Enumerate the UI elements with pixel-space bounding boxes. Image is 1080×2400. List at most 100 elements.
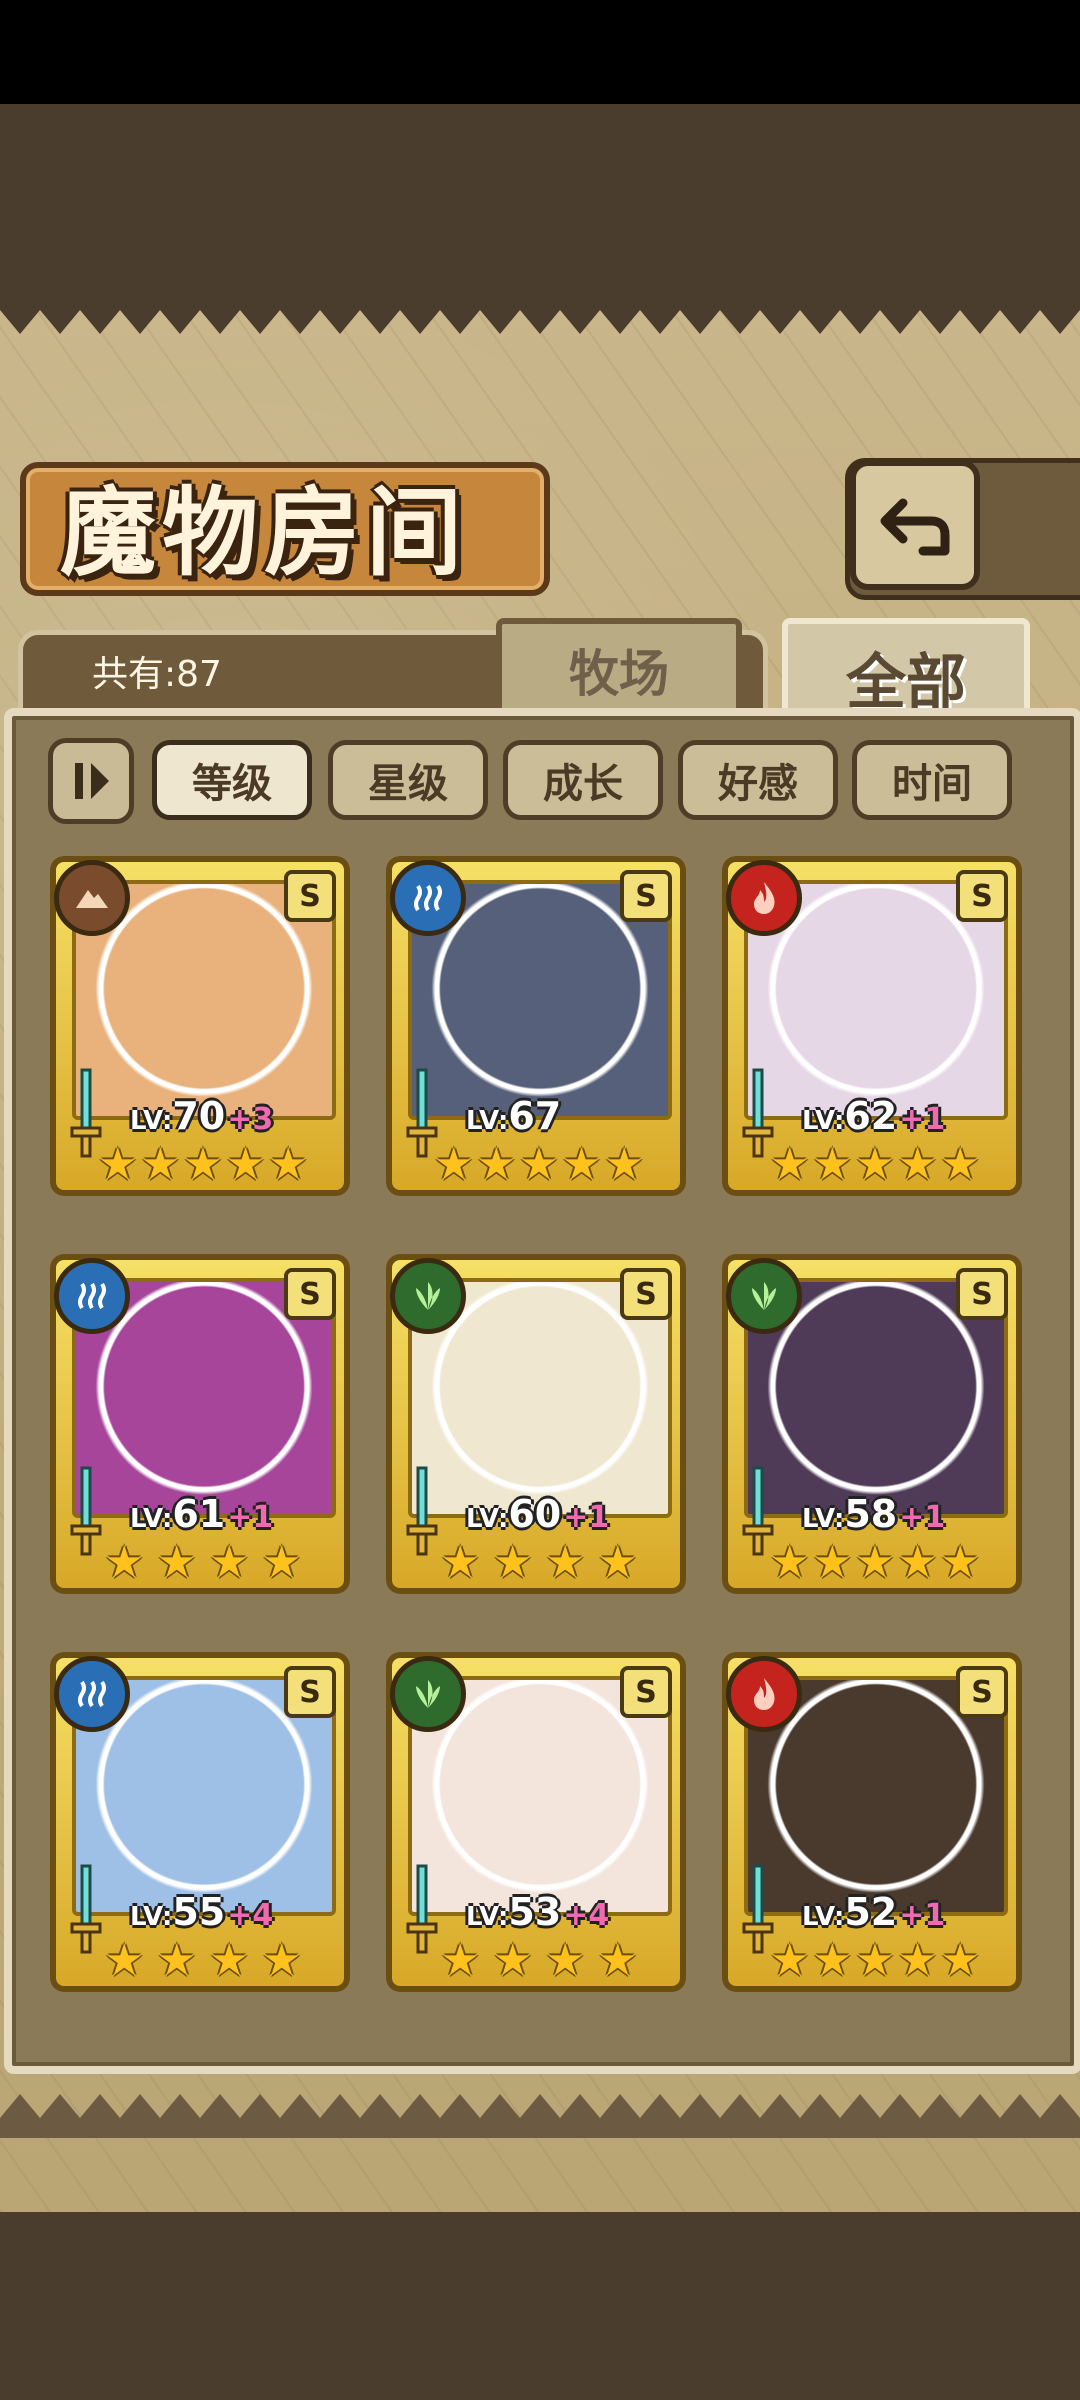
star-icon: ★ xyxy=(157,1537,197,1588)
return-arrow-icon xyxy=(880,498,950,556)
sort-star-button[interactable]: 星级 xyxy=(328,740,488,820)
star-icon: ★ xyxy=(493,1537,533,1588)
star-rating: ★ ★ ★ ★ ★ xyxy=(770,1938,980,1984)
monster-level: LV:52+1 xyxy=(802,1890,945,1934)
level-value: 62 xyxy=(844,1094,898,1138)
star-icon: ★ xyxy=(262,1935,302,1986)
map-strip-bottom xyxy=(0,2200,1080,2400)
water-waves-icon xyxy=(54,1656,130,1732)
monster-level: LV:53+4 xyxy=(466,1890,609,1934)
star-icon: ★ xyxy=(940,1935,980,1986)
level-prefix: LV: xyxy=(466,1902,509,1932)
rank-badge: S xyxy=(620,1268,672,1320)
sort-affinity-button[interactable]: 好感 xyxy=(678,740,838,820)
star-icon: ★ xyxy=(545,1935,585,1986)
status-bar xyxy=(0,0,1080,104)
star-rating: ★ ★ ★ ★ xyxy=(98,1540,308,1586)
sort-order-icon xyxy=(75,763,109,799)
rank-badge: S xyxy=(284,870,336,922)
star-icon: ★ xyxy=(434,1139,474,1190)
star-icon: ★ xyxy=(812,1139,853,1190)
rank-badge: S xyxy=(620,1666,672,1718)
level-bonus: +1 xyxy=(899,1500,946,1535)
star-icon: ★ xyxy=(209,1537,249,1588)
monster-level: LV:60+1 xyxy=(466,1492,609,1536)
nature-leaf-icon xyxy=(390,1258,466,1334)
level-value: 58 xyxy=(844,1492,898,1536)
tab-farm[interactable]: 牧场 xyxy=(496,618,742,722)
level-bonus: +4 xyxy=(227,1898,274,1933)
sort-growth-button[interactable]: 成长 xyxy=(503,740,663,820)
star-icon: ★ xyxy=(561,1139,602,1190)
fire-flame-icon xyxy=(726,1656,802,1732)
monster-count: 共有:87 xyxy=(92,654,222,695)
page-title: 魔物房间 xyxy=(60,476,468,589)
level-prefix: LV: xyxy=(802,1106,845,1136)
sort-level-button[interactable]: 等级 xyxy=(152,740,312,820)
monster-card[interactable]: S LV:52+1 ★ ★ ★ ★ ★ xyxy=(722,1652,1022,1992)
star-icon: ★ xyxy=(855,1935,895,1986)
star-rating: ★ ★ ★ ★ xyxy=(434,1540,644,1586)
star-icon: ★ xyxy=(545,1537,585,1588)
monster-card[interactable]: S LV:62+1 ★ ★ ★ ★ ★ xyxy=(722,856,1022,1196)
star-icon: ★ xyxy=(157,1935,197,1986)
rank-badge: S xyxy=(956,870,1008,922)
star-icon: ★ xyxy=(98,1139,138,1190)
monster-card[interactable]: S LV:67 ★ ★ ★ ★ ★ xyxy=(386,856,686,1196)
level-value: 60 xyxy=(508,1492,562,1536)
star-icon: ★ xyxy=(493,1935,533,1986)
monster-card[interactable]: S LV:55+4 ★ ★ ★ ★ xyxy=(50,1652,350,1992)
level-prefix: LV: xyxy=(130,1106,173,1136)
level-value: 70 xyxy=(172,1094,226,1138)
level-value: 53 xyxy=(508,1890,562,1934)
level-prefix: LV: xyxy=(802,1504,845,1534)
star-icon: ★ xyxy=(104,1537,144,1588)
back-button[interactable] xyxy=(850,460,980,590)
level-value: 55 xyxy=(172,1890,226,1934)
level-prefix: LV: xyxy=(802,1902,845,1932)
star-icon: ★ xyxy=(812,1935,853,1986)
star-rating: ★ ★ ★ ★ ★ xyxy=(770,1142,980,1188)
monster-card[interactable]: S LV:70+3 ★ ★ ★ ★ ★ xyxy=(50,856,350,1196)
star-icon: ★ xyxy=(897,1935,938,1986)
zigzag-border-top xyxy=(0,290,1080,334)
monster-card[interactable]: S LV:53+4 ★ ★ ★ ★ xyxy=(386,1652,686,1992)
earth-mountain-icon xyxy=(54,860,130,936)
star-icon: ★ xyxy=(897,1537,938,1588)
level-bonus: +3 xyxy=(227,1102,274,1137)
star-rating: ★ ★ ★ ★ ★ xyxy=(434,1142,644,1188)
monster-card[interactable]: S LV:58+1 ★ ★ ★ ★ ★ xyxy=(722,1254,1022,1594)
monster-card[interactable]: S LV:60+1 ★ ★ ★ ★ xyxy=(386,1254,686,1594)
level-prefix: LV: xyxy=(130,1902,173,1932)
monster-level: LV:70+3 xyxy=(130,1094,273,1138)
nature-leaf-icon xyxy=(726,1258,802,1334)
star-icon: ★ xyxy=(812,1537,853,1588)
nature-leaf-icon xyxy=(390,1656,466,1732)
star-rating: ★ ★ ★ ★ ★ xyxy=(98,1142,308,1188)
star-icon: ★ xyxy=(104,1935,144,1986)
star-icon: ★ xyxy=(855,1537,895,1588)
rank-badge: S xyxy=(620,870,672,922)
star-icon: ★ xyxy=(440,1537,480,1588)
star-icon: ★ xyxy=(209,1935,249,1986)
star-rating: ★ ★ ★ ★ xyxy=(434,1938,644,1984)
monster-card[interactable]: S LV:61+1 ★ ★ ★ ★ xyxy=(50,1254,350,1594)
star-icon: ★ xyxy=(440,1935,480,1986)
star-icon: ★ xyxy=(855,1139,895,1190)
level-prefix: LV: xyxy=(466,1504,509,1534)
level-prefix: LV: xyxy=(130,1504,173,1534)
fire-flame-icon xyxy=(726,860,802,936)
rank-badge: S xyxy=(956,1268,1008,1320)
rank-badge: S xyxy=(284,1666,336,1718)
water-waves-icon xyxy=(390,860,466,936)
monster-level: LV:67 xyxy=(466,1094,561,1138)
level-value: 61 xyxy=(172,1492,226,1536)
sort-order-toggle[interactable] xyxy=(48,738,134,824)
sort-time-button[interactable]: 时间 xyxy=(852,740,1012,820)
star-icon: ★ xyxy=(770,1537,810,1588)
zigzag-border-bottom xyxy=(0,2094,1080,2138)
rank-badge: S xyxy=(284,1268,336,1320)
level-prefix: LV: xyxy=(466,1106,509,1136)
star-icon: ★ xyxy=(476,1139,517,1190)
star-rating: ★ ★ ★ ★ xyxy=(98,1938,308,1984)
